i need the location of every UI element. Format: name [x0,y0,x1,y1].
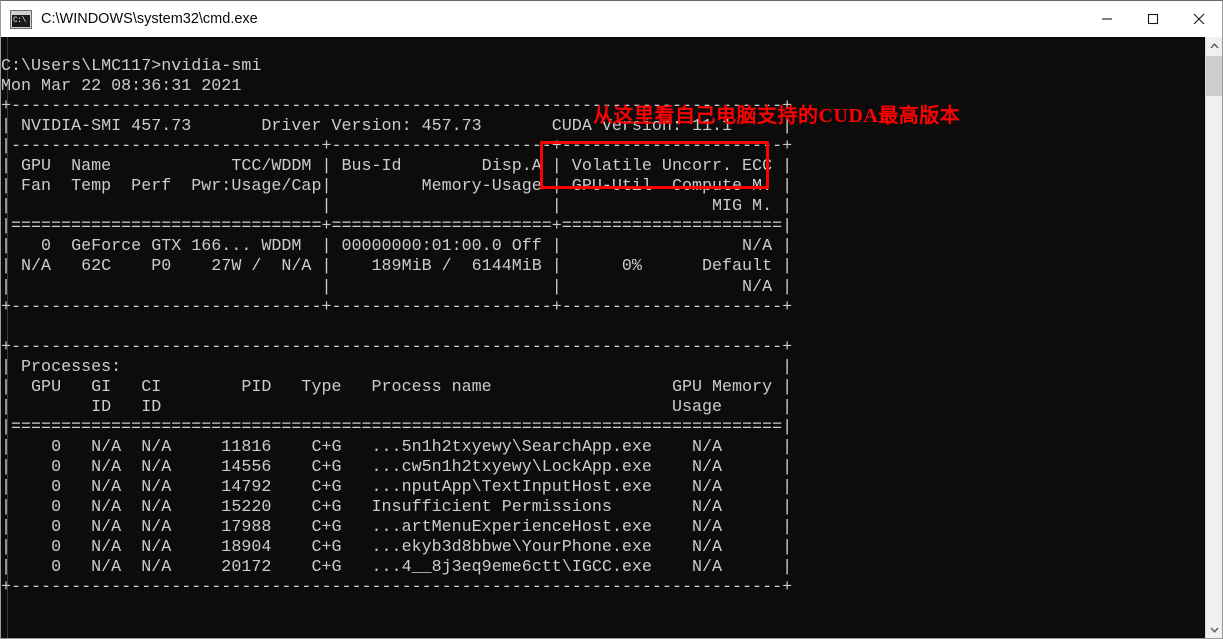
scrollbar-track[interactable] [1206,54,1222,621]
minimize-icon [1102,18,1112,20]
maximize-button[interactable] [1130,1,1176,37]
terminal-line-20: | 0 N/A N/A 14556 C+G ...cw5n1h2txyewy\L… [1,457,793,477]
terminal-line-23: | 0 N/A N/A 17988 C+G ...artMenuExperien… [1,518,793,538]
terminal-text: C:\Users\LMC117>nvidia-smi Mon Mar 22 08:… [1,57,792,618]
terminal-line-4: |-------------------------------+-------… [1,137,793,157]
terminal-line-12: +-------------------------------+-------… [1,297,793,317]
terminal-output[interactable]: C:\Users\LMC117>nvidia-smi Mon Mar 22 08:… [1,37,1205,638]
terminal-line-27 [1,598,792,618]
chevron-down-icon [1209,627,1219,633]
scroll-down-button[interactable] [1206,621,1222,638]
cmd-icon [10,9,32,29]
terminal-line-13 [1,318,792,338]
terminal-line-26: +---------------------------------------… [1,578,793,598]
terminal-line-8: |===============================+=======… [1,217,793,237]
window-controls [1084,1,1222,37]
close-icon [1193,13,1205,25]
terminal-line-1: Mon Mar 22 08:36:31 2021 [1,77,242,97]
console-area: C:\Users\LMC117>nvidia-smi Mon Mar 22 08:… [1,37,1222,638]
vertical-scrollbar[interactable] [1205,37,1222,638]
terminal-line-17: | ID ID Usage | [1,397,793,417]
terminal-line-10: | N/A 62C P0 27W / N/A | 189MiB / 6144Mi… [1,257,793,277]
title-bar-left: C:\WINDOWS\system32\cmd.exe [1,1,258,37]
terminal-line-21: | 0 N/A N/A 14792 C+G ...nputApp\TextInp… [1,477,793,497]
terminal-line-15: | Processes: | [1,357,793,377]
close-button[interactable] [1176,1,1222,37]
annotation-note: 从这里看自己电脑支持的CUDA最高版本 [593,105,961,127]
cmd-window: C:\WINDOWS\system32\cmd.exe [0,0,1223,639]
terminal-line-24: | 0 N/A N/A 18904 C+G ...ekyb3d8bbwe\You… [1,538,793,558]
terminal-line-11: | | | N/A | [1,277,793,297]
title-bar[interactable]: C:\WINDOWS\system32\cmd.exe [1,1,1222,37]
chevron-up-icon [1209,42,1219,48]
terminal-line-18: |=======================================… [1,417,793,437]
terminal-line-19: | 0 N/A N/A 11816 C+G ...5n1h2txyewy\Sea… [1,437,793,457]
terminal-line-5: | GPU Name TCC/WDDM | Bus-Id Disp.A | Vo… [1,157,793,177]
scroll-up-button[interactable] [1206,37,1222,54]
terminal-line-6: | Fan Temp Perf Pwr:Usage/Cap| Memory-Us… [1,177,793,197]
terminal-line-7: | | | MIG M. | [1,197,793,217]
minimize-button[interactable] [1084,1,1130,37]
terminal-line-25: | 0 N/A N/A 20172 C+G ...4__8j3eq9eme6ct… [1,558,793,578]
terminal-line-22: | 0 N/A N/A 15220 C+G Insufficient Permi… [1,498,793,518]
terminal-line-9: | 0 GeForce GTX 166... WDDM | 00000000:0… [1,237,793,257]
scrollbar-thumb[interactable] [1206,56,1222,96]
terminal-line-16: | GPU GI CI PID Type Process name GPU Me… [1,377,793,397]
maximize-icon [1147,13,1159,25]
terminal-line-14: +---------------------------------------… [1,337,793,357]
window-title: C:\WINDOWS\system32\cmd.exe [41,11,258,27]
terminal-line-0: C:\Users\LMC117>nvidia-smi [1,57,262,76]
